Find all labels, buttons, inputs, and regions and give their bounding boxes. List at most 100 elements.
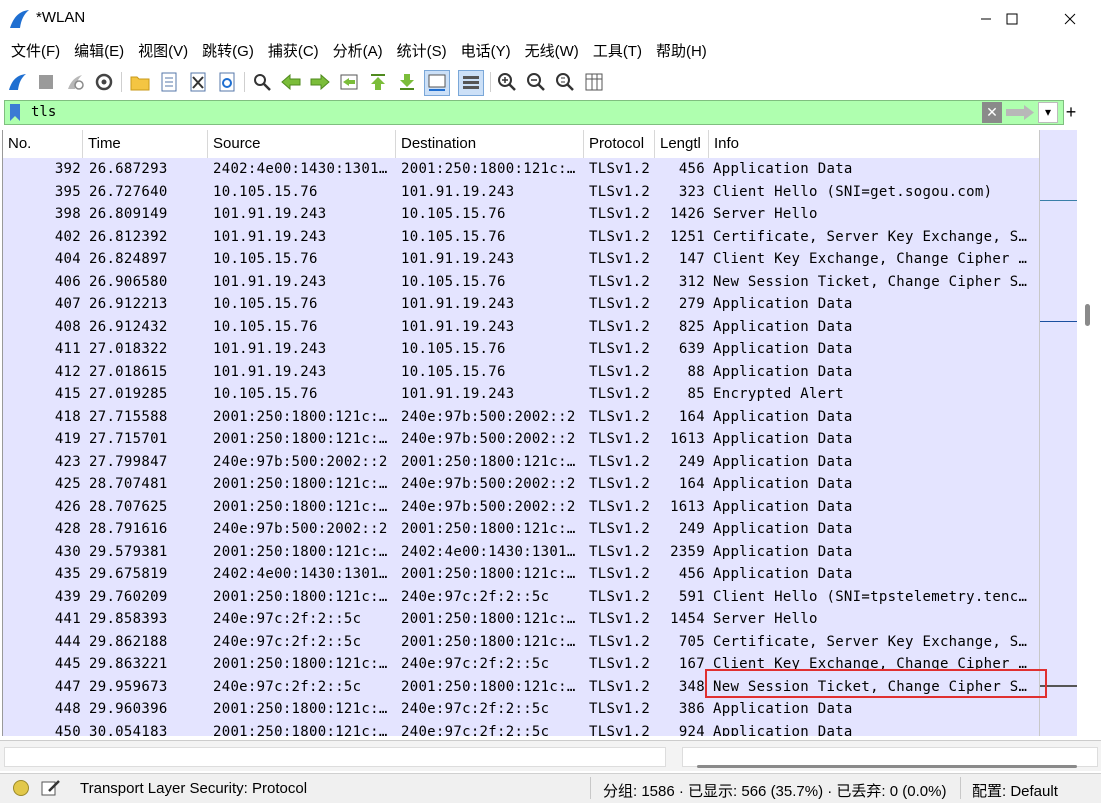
cell-destination: 2001:250:1800:121c:… [401,453,576,470]
filter-bookmark-icon[interactable] [9,104,21,121]
save-file-icon[interactable] [157,70,181,94]
packet-row[interactable]: 411 27.018322 101.91.19.243 10.105.15.76 TLS… [3,338,1040,361]
clear-filter-button[interactable]: ✕ [982,102,1002,123]
close-file-icon[interactable] [186,70,210,94]
bytes-pane-collapsed[interactable] [682,747,1098,767]
cell-source: 101.91.19.243 [213,363,327,380]
packet-row[interactable]: 406 26.906580 101.91.19.243 10.105.15.76 TLS… [3,270,1040,293]
column-header-time[interactable]: Time [83,130,208,158]
resize-columns-icon[interactable] [582,70,606,94]
go-last-icon[interactable] [395,70,419,94]
expert-info-icon[interactable] [13,780,29,796]
cell-source: 101.91.19.243 [213,341,327,357]
packet-row[interactable]: 398 26.809149 101.91.19.243 10.105.15.76 TLS… [3,203,1040,226]
cell-info: Client Hello (SNI=tpstelemetry.tenc… [713,588,1028,605]
cell-info: Application Data [713,363,853,380]
close-button[interactable] [1047,0,1093,38]
menu-view[interactable]: 视图(V) [131,38,195,66]
cell-destination: 10.105.15.76 [401,363,506,380]
cell-time: 28.707481 [89,476,168,492]
normal-size-icon[interactable] [553,70,577,94]
add-filter-button[interactable]: + [1064,100,1078,125]
find-packet-icon[interactable] [250,70,274,94]
packet-row[interactable]: 435 29.675819 2402:4e00:1430:1301… 2001:250… [3,563,1040,586]
packet-row[interactable]: 412 27.018615 101.91.19.243 10.105.15.76 TLS… [3,360,1040,383]
cell-destination: 2001:250:1800:121c:… [401,521,576,537]
scrollbar-thumb[interactable] [1085,304,1090,326]
go-back-icon[interactable] [279,70,303,94]
column-header-source[interactable]: Source [208,130,396,158]
display-filter-input[interactable]: tls [31,104,56,120]
menu-wireless[interactable]: 无线(W) [518,38,586,66]
packet-row[interactable]: 423 27.799847 240e:97b:500:2002::2 2001:250… [3,450,1040,473]
zoom-in-icon[interactable] [495,70,519,94]
cell-source: 101.91.19.243 [213,273,327,290]
detail-pane-collapsed[interactable] [4,747,666,767]
cell-protocol: TLSv1.2 [589,453,651,470]
cell-no: 407 [54,296,81,312]
cell-time: 26.812392 [89,228,168,245]
packet-row[interactable]: 450 30.054183 2001:250:1800:121c:… 240e:97c… [3,720,1040,736]
packet-row[interactable]: 419 27.715701 2001:250:1800:121c:… 240e:97b… [3,428,1040,451]
menu-go[interactable]: 跳转(G) [195,38,261,66]
packet-row[interactable]: 428 28.791616 240e:97b:500:2002::2 2001:250… [3,518,1040,541]
column-header-length[interactable]: Lengtl [655,130,709,158]
title-bar: *WLAN [0,0,1101,38]
column-header-protocol[interactable]: Protocol [584,130,655,158]
packet-row[interactable]: 404 26.824897 10.105.15.76 101.91.19.243 TLS… [3,248,1040,271]
packet-row[interactable]: 439 29.760209 2001:250:1800:121c:… 240e:97c… [3,585,1040,608]
capture-comment-icon[interactable] [41,779,61,797]
packet-row[interactable]: 392 26.687293 2402:4e00:1430:1301… 2001:250… [3,158,1040,181]
apply-filter-arrow-icon[interactable] [1004,103,1036,122]
maximize-button[interactable] [989,0,1035,38]
capture-options-icon[interactable] [92,70,116,94]
go-to-packet-icon[interactable] [337,70,361,94]
packet-row[interactable]: 395 26.727640 10.105.15.76 101.91.19.243 TLS… [3,180,1040,203]
cell-protocol: TLSv1.2 [589,251,651,267]
column-header-destination[interactable]: Destination [396,130,584,158]
cell-time: 27.715588 [89,408,168,425]
menu-statistics[interactable]: 统计(S) [390,38,454,66]
menu-capture[interactable]: 捕获(C) [261,38,326,66]
cell-source: 240e:97c:2f:2::5c [213,611,362,627]
packet-row[interactable]: 444 29.862188 240e:97c:2f:2::5c 2001:250:18… [3,630,1040,653]
menu-file[interactable]: 文件(F) [4,38,67,66]
menu-telephony[interactable]: 电话(Y) [454,38,518,66]
packet-row[interactable]: 415 27.019285 10.105.15.76 101.91.19.243 TLS… [3,383,1040,406]
go-first-icon[interactable] [366,70,390,94]
column-header-no[interactable]: No. [3,130,83,158]
packet-row[interactable]: 441 29.858393 240e:97c:2f:2::5c 2001:250:18… [3,608,1040,631]
open-file-icon[interactable] [128,70,152,94]
filter-dropdown-button[interactable]: ▾ [1038,102,1058,123]
packet-row[interactable]: 418 27.715588 2001:250:1800:121c:… 240e:97b… [3,405,1040,428]
packet-row[interactable]: 426 28.707625 2001:250:1800:121c:… 240e:97b… [3,495,1040,518]
cell-info: Application Data [713,318,853,335]
start-capture-icon[interactable] [5,70,29,94]
packet-row[interactable]: 402 26.812392 101.91.19.243 10.105.15.76 TLS… [3,225,1040,248]
column-header-info[interactable]: Info [709,130,1040,158]
stop-capture-icon[interactable] [34,70,58,94]
menu-help[interactable]: 帮助(H) [649,38,714,66]
packet-row[interactable]: 408 26.912432 10.105.15.76 101.91.19.243 TLS… [3,315,1040,338]
cell-length: 147 [678,251,705,267]
restart-capture-icon[interactable] [63,70,87,94]
cell-no: 398 [54,206,81,222]
colorize-icon[interactable] [458,70,484,96]
cell-no: 426 [54,498,81,515]
reload-file-icon[interactable] [215,70,239,94]
menu-analyze[interactable]: 分析(A) [326,38,390,66]
packet-minimap[interactable] [1039,130,1078,736]
packet-row[interactable]: 430 29.579381 2001:250:1800:121c:… 2402:4e0… [3,540,1040,563]
packet-row[interactable]: 425 28.707481 2001:250:1800:121c:… 240e:97b… [3,473,1040,496]
profile-text[interactable]: 配置: Default [972,780,1058,801]
go-forward-icon[interactable] [308,70,332,94]
menu-edit[interactable]: 编辑(E) [67,38,131,66]
horizontal-scrollbar-thumb[interactable] [697,765,1077,768]
packet-row[interactable]: 407 26.912213 10.105.15.76 101.91.19.243 TLS… [3,293,1040,316]
cell-info: Application Data [713,161,853,177]
zoom-out-icon[interactable] [524,70,548,94]
auto-scroll-icon[interactable] [424,70,450,96]
packet-row[interactable]: 448 29.960396 2001:250:1800:121c:… 240e:97c… [3,698,1040,721]
menu-tools[interactable]: 工具(T) [586,38,649,66]
vertical-scrollbar[interactable] [1077,130,1099,736]
